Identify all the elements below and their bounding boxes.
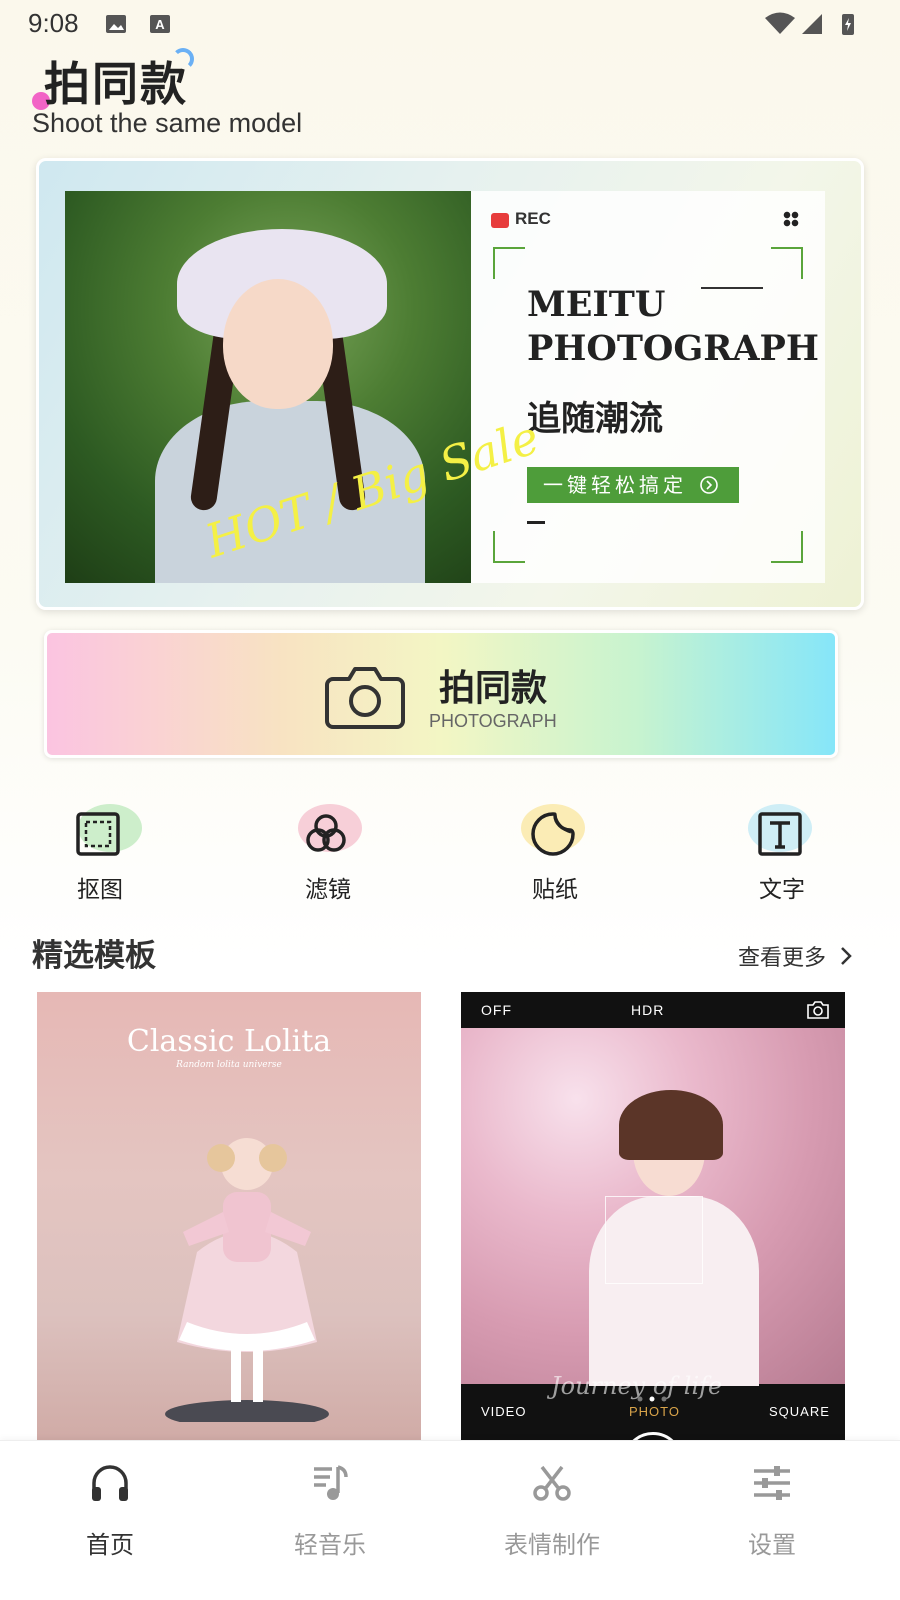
mode-square: SQUARE bbox=[769, 1404, 830, 1419]
nav-item-music[interactable]: 轻音乐 bbox=[250, 1441, 410, 1600]
template-photo: Journey of life bbox=[461, 1028, 845, 1400]
grid-icon bbox=[783, 211, 799, 227]
template-card-lolita[interactable]: Classic Lolita Random lolita universe bbox=[37, 992, 421, 1452]
banner-cta-label: 一键轻松搞定 bbox=[543, 473, 687, 497]
sticker-icon bbox=[531, 812, 575, 856]
image-icon bbox=[106, 15, 126, 33]
mode-photo: PHOTO bbox=[629, 1404, 680, 1419]
photograph-button[interactable]: 拍同款 PHOTOGRAPH bbox=[44, 630, 838, 758]
status-bar: 9:08 A bbox=[0, 0, 900, 48]
nav-label: 首页 bbox=[86, 1531, 134, 1559]
text-notification-icon: A bbox=[150, 15, 170, 33]
page-subtitle: Shoot the same model bbox=[32, 108, 303, 138]
photograph-button-subtitle: PHOTOGRAPH bbox=[429, 711, 557, 731]
banner-slogan: 追随潮流 bbox=[527, 399, 663, 439]
record-icon bbox=[491, 213, 509, 228]
template-figure bbox=[165, 1138, 329, 1422]
battery-icon bbox=[842, 14, 854, 35]
focus-frame bbox=[605, 1196, 703, 1284]
hdr-label: HDR bbox=[631, 1002, 665, 1018]
section-title: 精选模板 bbox=[32, 938, 156, 974]
tool-label: 滤镜 bbox=[305, 877, 351, 903]
photograph-button-title: 拍同款 bbox=[439, 668, 548, 709]
signal-icon bbox=[802, 14, 822, 34]
headphones-icon bbox=[92, 1465, 128, 1501]
nav-label: 表情制作 bbox=[504, 1531, 600, 1559]
tool-text[interactable]: 文字 bbox=[712, 804, 852, 904]
flash-mode-label: OFF bbox=[481, 1002, 512, 1018]
banner-cta-button[interactable]: 一键轻松搞定 bbox=[527, 467, 739, 503]
view-more-link[interactable]: 查看更多 bbox=[738, 940, 826, 972]
page-dots bbox=[637, 1396, 667, 1402]
promo-banner[interactable]: REC MEITU PHOTOGRAPH 追随潮流 一键轻松搞定 HOT / B… bbox=[36, 158, 864, 610]
page-title: 拍同款 bbox=[44, 57, 188, 111]
tool-sticker[interactable]: 贴纸 bbox=[485, 804, 625, 904]
camera-icon bbox=[325, 667, 405, 729]
template-title: Classic Lolita bbox=[126, 1024, 332, 1059]
tool-label: 抠图 bbox=[77, 877, 123, 903]
template-card-camera[interactable]: OFF HDR Journey of life VIDEO PHOTO SQUA… bbox=[461, 992, 845, 1452]
nav-item-sticker-maker[interactable]: 表情制作 bbox=[472, 1441, 632, 1600]
nav-item-home[interactable]: 首页 bbox=[30, 1441, 190, 1600]
cutout-icon bbox=[76, 812, 120, 856]
tool-cutout[interactable]: 抠图 bbox=[30, 804, 170, 904]
nav-label: 轻音乐 bbox=[294, 1531, 366, 1559]
wifi-icon bbox=[765, 12, 795, 34]
svg-text:A: A bbox=[155, 17, 165, 32]
sliders-icon bbox=[754, 1466, 790, 1500]
camera-switch-icon bbox=[807, 1001, 829, 1019]
template-subtitle: Random lolita universe bbox=[176, 1060, 282, 1070]
banner-headline: MEITU PHOTOGRAPH bbox=[527, 284, 819, 369]
tool-label: 贴纸 bbox=[532, 877, 578, 903]
status-time: 9:08 bbox=[28, 8, 79, 38]
tool-filter[interactable]: 滤镜 bbox=[258, 804, 398, 904]
banner-card: REC MEITU PHOTOGRAPH 追随潮流 一键轻松搞定 bbox=[471, 191, 825, 583]
arrow-circle-icon bbox=[700, 476, 719, 494]
tool-label: 文字 bbox=[759, 877, 805, 903]
nav-item-settings[interactable]: 设置 bbox=[692, 1441, 852, 1600]
chevron-right-icon[interactable] bbox=[838, 944, 854, 968]
bottom-nav: 首页 轻音乐 表情制作 设置 bbox=[0, 1440, 900, 1600]
text-icon bbox=[758, 812, 802, 856]
mode-video: VIDEO bbox=[481, 1404, 527, 1419]
music-icon bbox=[314, 1465, 348, 1500]
nav-label: 设置 bbox=[748, 1531, 796, 1559]
filter-icon bbox=[306, 814, 346, 852]
rec-label: REC bbox=[515, 209, 551, 228]
scissors-icon bbox=[533, 1465, 571, 1501]
